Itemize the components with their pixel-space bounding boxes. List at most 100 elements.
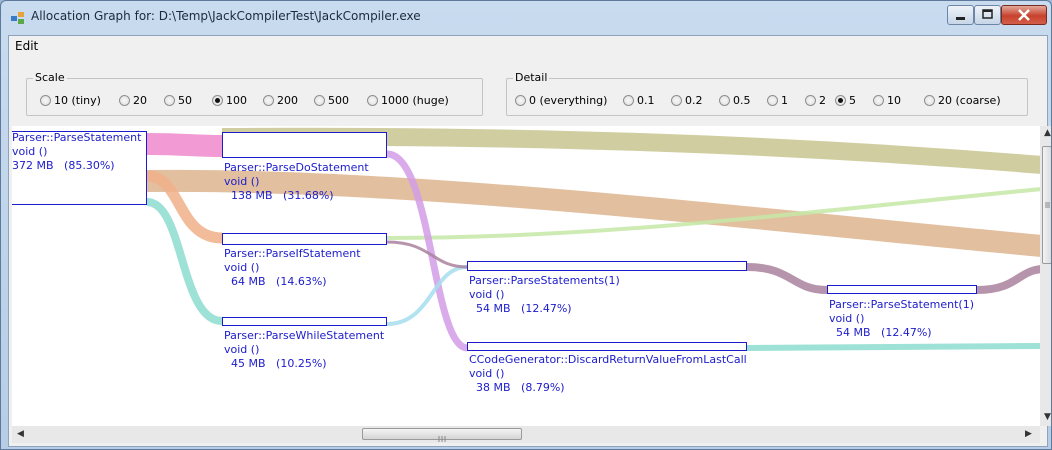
radio-selected-icon (212, 95, 223, 106)
scale-option-100[interactable]: 100 (212, 94, 247, 108)
close-button[interactable] (1001, 5, 1047, 25)
radio-icon (805, 95, 816, 106)
radio-icon (924, 95, 935, 106)
radio-label: 20 (coarse) (938, 94, 1001, 107)
horizontal-scroll-thumb[interactable] (362, 428, 522, 442)
scroll-up-icon[interactable]: ▲ (1044, 128, 1051, 138)
vertical-scrollbar[interactable]: ▲ ▼ (1040, 126, 1051, 426)
allocation-graph-canvas[interactable]: Parser::ParseStatement void () 372 MB (85.… (12, 126, 1040, 426)
node-signature: void () (12, 145, 48, 158)
node-size: 138 MB (231, 189, 273, 202)
node-percent: (8.79%) (521, 381, 565, 394)
node-label-parse-statement-1: Parser::ParseStatement(1) void () 54 MB (… (829, 298, 974, 340)
title-bar[interactable]: Allocation Graph for: D:\Temp\JackCompil… (1, 1, 1051, 31)
scale-option-10[interactable]: 10 (tiny) (40, 94, 101, 108)
scale-option-20[interactable]: 20 (119, 94, 147, 108)
radio-icon (719, 95, 730, 106)
radio-icon (767, 95, 778, 106)
detail-option-2[interactable]: 2 (805, 94, 826, 108)
maximize-button[interactable] (974, 5, 1001, 25)
scroll-left-icon[interactable]: ◀ (17, 429, 24, 439)
node-size: 64 MB (231, 275, 266, 288)
detail-option-0-1[interactable]: 0.1 (623, 94, 655, 108)
horizontal-scrollbar[interactable]: ◀ ▶ (12, 426, 1040, 443)
menu-bar: Edit (9, 36, 1047, 56)
detail-group-label: Detail (513, 71, 550, 84)
node-name: CCodeGenerator::DiscardReturnValueFromLa… (469, 353, 747, 366)
menu-edit[interactable]: Edit (15, 39, 38, 53)
radio-icon (263, 95, 274, 106)
node-percent: (85.30%) (64, 159, 115, 172)
minimize-button[interactable] (947, 5, 974, 25)
radio-label: 0 (everything) (529, 94, 608, 107)
close-icon (1018, 9, 1030, 21)
detail-option-20[interactable]: 20 (coarse) (924, 94, 1001, 108)
node-box-parse-if-statement[interactable] (222, 233, 387, 245)
flow-link-mauve (746, 263, 828, 294)
radio-icon (515, 95, 526, 106)
detail-option-10[interactable]: 10 (873, 94, 901, 108)
detail-option-1[interactable]: 1 (767, 94, 788, 108)
radio-label: 10 (887, 94, 901, 107)
scale-group: Scale 10 (tiny) 20 50 100 200 500 1000 (… (26, 71, 483, 116)
flow-link-pink (146, 133, 223, 157)
detail-option-0[interactable]: 0 (everything) (515, 94, 607, 108)
radio-selected-icon (835, 95, 846, 106)
flow-link-lightblue (386, 265, 468, 326)
vertical-scroll-thumb[interactable] (1042, 146, 1051, 264)
node-percent: (31.68%) (283, 189, 334, 202)
scale-option-50[interactable]: 50 (164, 94, 192, 108)
node-box-parse-statements-1[interactable] (467, 261, 747, 271)
node-name: Parser::ParseStatements(1) (469, 274, 620, 287)
radio-icon (623, 95, 634, 106)
radio-icon (119, 95, 130, 106)
node-percent: (14.63%) (276, 275, 327, 288)
node-name: Parser::ParseStatement (12, 131, 142, 144)
node-size: 54 MB (476, 302, 511, 315)
minimize-icon (956, 17, 965, 20)
radio-label: 100 (226, 94, 247, 107)
node-percent: (12.47%) (521, 302, 572, 315)
radio-icon (671, 95, 682, 106)
node-size: 54 MB (836, 326, 871, 339)
radio-label: 200 (277, 94, 298, 107)
node-name: Parser::ParseStatement(1) (829, 298, 975, 311)
node-signature: void () (224, 175, 260, 188)
app-icon (11, 12, 24, 24)
radio-label: 5 (849, 94, 856, 107)
scale-option-1000[interactable]: 1000 (huge) (367, 94, 449, 108)
app-window: Allocation Graph for: D:\Temp\JackCompil… (0, 0, 1052, 450)
radio-icon (367, 95, 378, 106)
scale-option-200[interactable]: 200 (263, 94, 298, 108)
detail-option-0-2[interactable]: 0.2 (671, 94, 703, 108)
radio-label: 0.2 (685, 94, 703, 107)
node-box-parse-while-statement[interactable] (222, 317, 387, 326)
node-signature: void () (829, 312, 865, 325)
radio-label: 1 (781, 94, 788, 107)
node-signature: void () (224, 343, 260, 356)
node-label-parse-statement: Parser::ParseStatement void () 372 MB (85.… (12, 131, 141, 173)
radio-label: 1000 (huge) (381, 94, 449, 107)
flow-link-teal-right (746, 343, 1040, 351)
node-name: Parser::ParseWhileStatement (224, 329, 385, 342)
radio-icon (314, 95, 325, 106)
detail-option-5[interactable]: 5 (835, 94, 856, 108)
node-box-discard-return-value[interactable] (467, 342, 747, 351)
node-label-parse-do-statement: Parser::ParseDoStatement void () 138 MB (… (224, 161, 369, 203)
scale-group-label: Scale (33, 71, 67, 84)
node-signature: void () (469, 367, 505, 380)
scroll-down-icon[interactable]: ▼ (1044, 412, 1051, 422)
radio-icon (40, 95, 51, 106)
radio-label: 500 (328, 94, 349, 107)
scroll-right-icon[interactable]: ▶ (1025, 429, 1032, 439)
detail-option-0-5[interactable]: 0.5 (719, 94, 751, 108)
node-size: 38 MB (476, 381, 511, 394)
scale-option-500[interactable]: 500 (314, 94, 349, 108)
node-label-parse-statements-1: Parser::ParseStatements(1) void () 54 MB … (469, 274, 620, 316)
node-box-parse-do-statement[interactable] (222, 132, 387, 158)
flow-link-mauve-exit (976, 265, 1040, 294)
node-percent: (12.47%) (881, 326, 932, 339)
node-label-parse-while-statement: Parser::ParseWhileStatement void () 45 MB… (224, 329, 384, 371)
radio-label: 50 (178, 94, 192, 107)
node-box-parse-statement-1[interactable] (827, 285, 977, 294)
